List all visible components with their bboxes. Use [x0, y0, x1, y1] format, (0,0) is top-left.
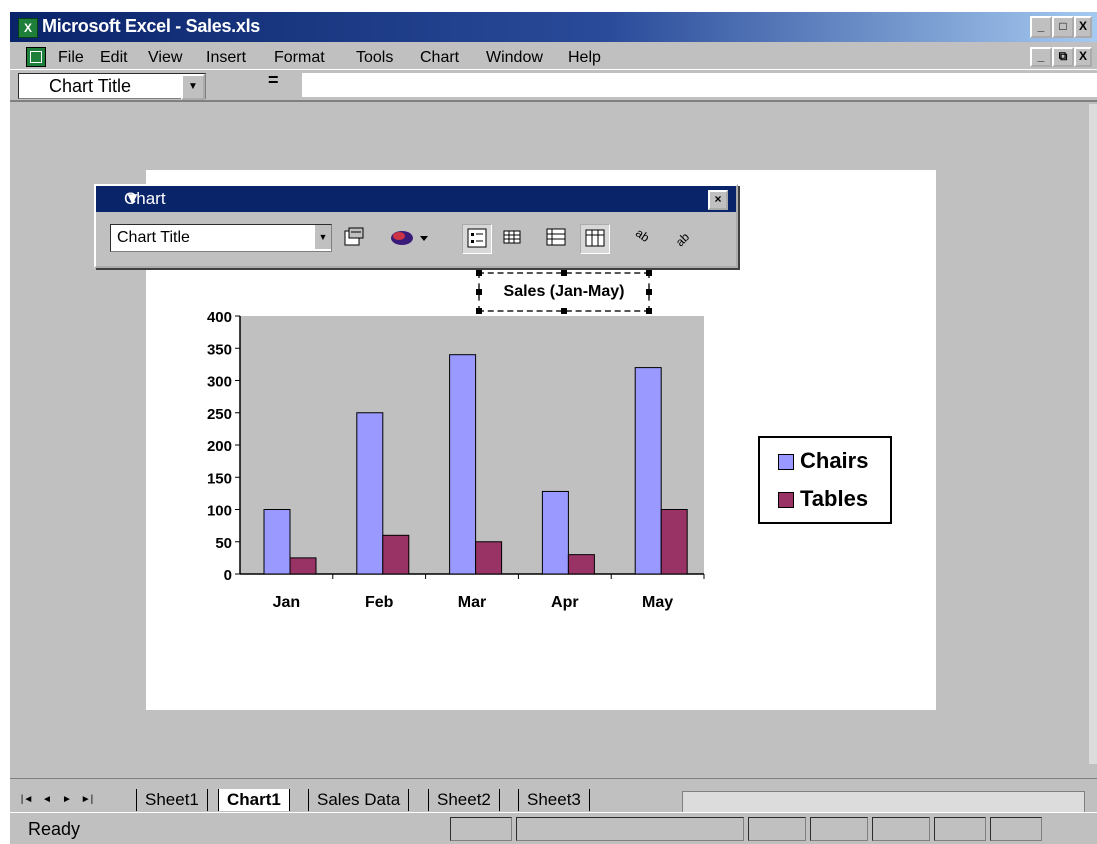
next-sheet-icon[interactable]: ► — [60, 793, 74, 807]
tab-sales-data[interactable]: Sales Data — [308, 789, 410, 811]
formula-input[interactable] — [302, 73, 1097, 97]
chart-objects-value: Chart Title — [117, 229, 190, 246]
resize-handle[interactable] — [561, 270, 567, 276]
menu-format[interactable]: Format — [274, 49, 325, 67]
by-column-icon[interactable] — [580, 224, 610, 254]
window-title: Microsoft Excel - Sales.xls — [42, 16, 260, 36]
resize-handle[interactable] — [476, 270, 482, 276]
svg-text:ab: ab — [673, 230, 693, 250]
plot-area[interactable] — [240, 316, 704, 574]
resize-handle[interactable] — [561, 308, 567, 314]
angle-text-upward-icon[interactable]: ab — [670, 224, 698, 252]
resize-handle[interactable] — [476, 308, 482, 314]
chevron-down-icon[interactable]: ▼ — [315, 225, 331, 249]
resize-handle[interactable] — [646, 308, 652, 314]
close-button[interactable]: X — [1074, 16, 1092, 38]
resize-handle[interactable] — [646, 289, 652, 295]
doc-restore-button[interactable]: ⧉ — [1052, 47, 1074, 67]
title-bar[interactable]: X Microsoft Excel - Sales.xls _ □ X — [10, 12, 1097, 42]
previous-sheet-icon[interactable]: ◄ — [40, 793, 54, 807]
by-row-icon[interactable] — [542, 224, 570, 252]
doc-close-button[interactable]: X — [1074, 47, 1092, 67]
last-sheet-icon[interactable]: ►| — [80, 793, 94, 807]
menu-insert[interactable]: Insert — [206, 49, 246, 67]
menu-view[interactable]: View — [148, 49, 182, 67]
toolbar-title: Chart — [124, 189, 166, 208]
format-selected-object-icon[interactable] — [340, 224, 368, 252]
tab-chart1[interactable]: Chart1 — [218, 789, 290, 811]
sheet-tab-bar: |◄ ◄ ► ►| Sheet1 Chart1 Sales Data Sheet… — [10, 778, 1097, 813]
formula-bar: Chart Title ▼ = — [10, 70, 1097, 102]
chart-type-icon[interactable] — [388, 224, 432, 252]
minimize-button[interactable]: _ — [1030, 16, 1052, 38]
name-box-dropdown-icon[interactable]: ▼ — [181, 74, 205, 100]
angle-text-downward-icon[interactable]: ab — [630, 224, 658, 252]
legend-swatch-tables — [778, 492, 794, 508]
resize-handle[interactable] — [476, 289, 482, 295]
horizontal-scrollbar[interactable] — [682, 791, 1085, 813]
menu-chart[interactable]: Chart — [420, 49, 459, 67]
menu-tools[interactable]: Tools — [356, 49, 393, 67]
data-table-icon[interactable] — [498, 224, 526, 252]
resize-handle[interactable] — [646, 270, 652, 276]
status-panel — [516, 817, 744, 841]
name-box-value: Chart Title — [49, 76, 132, 96]
status-panel — [872, 817, 930, 841]
excel-app-icon: X — [18, 18, 38, 38]
tab-sheet3[interactable]: Sheet3 — [518, 789, 590, 811]
legend-swatch-chairs — [778, 454, 794, 470]
chart-legend[interactable]: Chairs Tables — [758, 436, 892, 524]
legend-icon[interactable] — [462, 224, 492, 254]
chart-toolbar: ▼ Chart × Chart Title ▼ ab ab — [94, 184, 738, 268]
workbook-icon[interactable] — [26, 47, 46, 67]
menu-bar: File Edit View Insert Format Tools Chart… — [10, 45, 1097, 70]
svg-text:ab: ab — [633, 226, 652, 245]
status-panel — [810, 817, 868, 841]
menu-edit[interactable]: Edit — [100, 49, 128, 67]
chart-title-box[interactable]: Sales (Jan-May) — [476, 270, 652, 314]
status-panel — [450, 817, 512, 841]
status-panel — [934, 817, 986, 841]
tab-sheet1[interactable]: Sheet1 — [136, 789, 208, 811]
chart-objects-dropdown[interactable]: Chart Title ▼ — [110, 224, 332, 252]
maximize-button[interactable]: □ — [1052, 16, 1074, 38]
chart-title[interactable]: Sales (Jan-May) — [480, 283, 648, 301]
menu-window[interactable]: Window — [486, 49, 543, 67]
tab-sheet2[interactable]: Sheet2 — [428, 789, 500, 811]
doc-minimize-button[interactable]: _ — [1030, 47, 1052, 67]
status-text: Ready — [28, 819, 81, 839]
status-panel — [990, 817, 1042, 841]
toolbar-title-bar[interactable]: ▼ Chart × — [96, 186, 736, 212]
toolbar-close-button[interactable]: × — [708, 190, 728, 210]
menu-file[interactable]: File — [58, 49, 84, 67]
equals-sign: = — [268, 70, 279, 90]
status-bar: Ready — [10, 812, 1097, 843]
menu-help[interactable]: Help — [568, 49, 601, 67]
first-sheet-icon[interactable]: |◄ — [20, 793, 34, 807]
legend-label-chairs: Chairs — [800, 448, 869, 473]
vertical-scrollbar[interactable] — [1089, 104, 1097, 764]
status-panel — [748, 817, 806, 841]
legend-label-tables: Tables — [800, 486, 869, 511]
name-box[interactable]: Chart Title ▼ — [18, 73, 206, 100]
